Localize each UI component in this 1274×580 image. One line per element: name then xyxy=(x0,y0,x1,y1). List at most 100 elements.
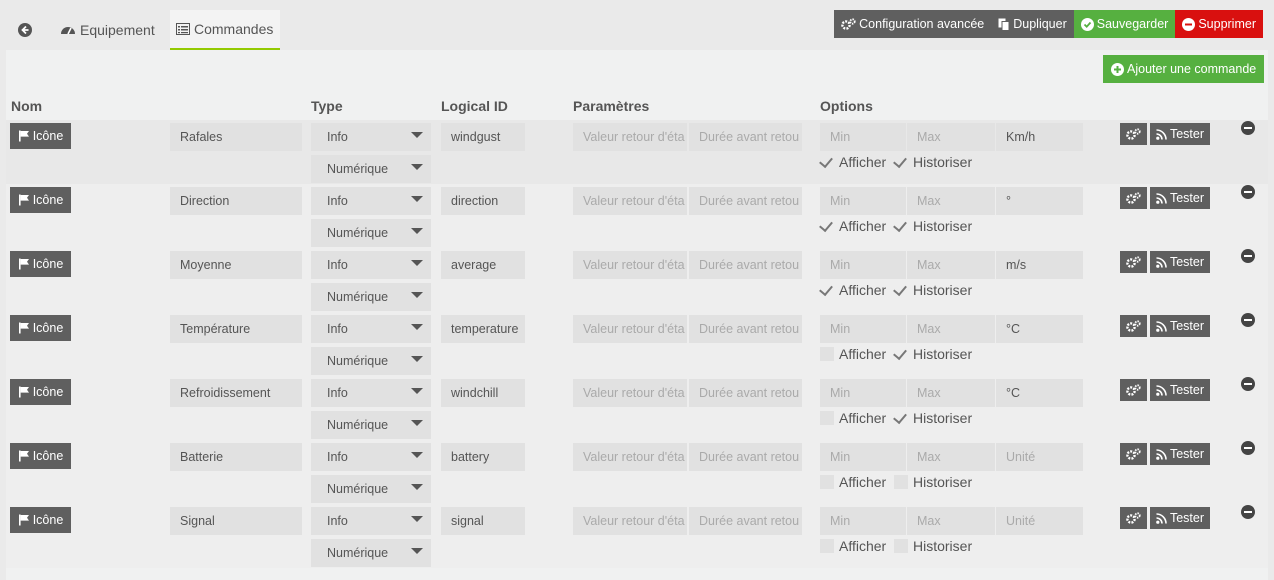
min-input[interactable]: Min xyxy=(820,379,906,407)
remove-command-icon[interactable] xyxy=(1241,377,1255,391)
return-delay-input[interactable]: Durée avant retou xyxy=(689,251,802,279)
show-checkbox-box[interactable] xyxy=(820,411,834,425)
logical-id-input[interactable]: battery xyxy=(441,443,525,471)
max-input[interactable]: Max xyxy=(907,187,995,215)
icon-select-button[interactable]: Icône xyxy=(10,315,71,341)
return-value-input[interactable]: Valeur retour d'éta xyxy=(573,443,687,471)
logical-id-input[interactable]: windchill xyxy=(441,379,525,407)
advanced-config-button[interactable]: Configuration avancée xyxy=(834,10,992,38)
command-name-input[interactable]: Refroidissement xyxy=(170,379,302,407)
unit-input[interactable]: °C xyxy=(996,315,1083,343)
type-select[interactable]: Info xyxy=(311,443,431,471)
unit-input[interactable]: m/s xyxy=(996,251,1083,279)
show-checkbox-box[interactable] xyxy=(820,219,834,233)
remove-command-icon[interactable] xyxy=(1241,121,1255,135)
show-checkbox[interactable]: Afficher xyxy=(820,538,886,554)
unit-input[interactable]: Unité xyxy=(996,443,1083,471)
command-config-button[interactable] xyxy=(1120,123,1147,145)
min-input[interactable]: Min xyxy=(820,123,906,151)
return-delay-input[interactable]: Durée avant retou xyxy=(689,315,802,343)
icon-select-button[interactable]: Icône xyxy=(10,507,71,533)
test-button[interactable]: Tester xyxy=(1150,315,1210,337)
icon-select-button[interactable]: Icône xyxy=(10,123,71,149)
logical-id-input[interactable]: windgust xyxy=(441,123,525,151)
show-checkbox-box[interactable] xyxy=(820,155,834,169)
command-config-button[interactable] xyxy=(1120,507,1147,529)
history-checkbox-box[interactable] xyxy=(894,219,908,233)
show-checkbox[interactable]: Afficher xyxy=(820,154,886,170)
show-checkbox-box[interactable] xyxy=(820,539,834,553)
test-button[interactable]: Tester xyxy=(1150,507,1210,529)
command-name-input[interactable]: Rafales xyxy=(170,123,302,151)
subtype-select[interactable]: Numérique xyxy=(311,283,431,311)
logical-id-input[interactable]: average xyxy=(441,251,525,279)
history-checkbox-box[interactable] xyxy=(894,155,908,169)
type-select[interactable]: Info xyxy=(311,379,431,407)
subtype-select[interactable]: Numérique xyxy=(311,475,431,503)
show-checkbox-box[interactable] xyxy=(820,283,834,297)
subtype-select[interactable]: Numérique xyxy=(311,219,431,247)
command-name-input[interactable]: Direction xyxy=(170,187,302,215)
return-value-input[interactable]: Valeur retour d'éta xyxy=(573,251,687,279)
show-checkbox-box[interactable] xyxy=(820,475,834,489)
show-checkbox[interactable]: Afficher xyxy=(820,474,886,490)
min-input[interactable]: Min xyxy=(820,187,906,215)
icon-select-button[interactable]: Icône xyxy=(10,251,71,277)
unit-input[interactable]: Km/h xyxy=(996,123,1083,151)
history-checkbox[interactable]: Historiser xyxy=(894,154,972,170)
type-select[interactable]: Info xyxy=(311,315,431,343)
subtype-select[interactable]: Numérique xyxy=(311,155,431,183)
remove-command-icon[interactable] xyxy=(1241,313,1255,327)
unit-input[interactable]: ° xyxy=(996,187,1083,215)
max-input[interactable]: Max xyxy=(907,315,995,343)
history-checkbox[interactable]: Historiser xyxy=(894,282,972,298)
max-input[interactable]: Max xyxy=(907,251,995,279)
show-checkbox-box[interactable] xyxy=(820,347,834,361)
test-button[interactable]: Tester xyxy=(1150,123,1210,145)
show-checkbox[interactable]: Afficher xyxy=(820,282,886,298)
history-checkbox[interactable]: Historiser xyxy=(894,474,972,490)
history-checkbox-box[interactable] xyxy=(894,347,908,361)
subtype-select[interactable]: Numérique xyxy=(311,539,431,567)
return-value-input[interactable]: Valeur retour d'éta xyxy=(573,507,687,535)
delete-button[interactable]: Supprimer xyxy=(1175,10,1263,38)
remove-command-icon[interactable] xyxy=(1241,185,1255,199)
subtype-select[interactable]: Numérique xyxy=(311,347,431,375)
type-select[interactable]: Info xyxy=(311,187,431,215)
history-checkbox[interactable]: Historiser xyxy=(894,538,972,554)
test-button[interactable]: Tester xyxy=(1150,379,1210,401)
duplicate-button[interactable]: Dupliquer xyxy=(991,10,1074,38)
show-checkbox[interactable]: Afficher xyxy=(820,218,886,234)
min-input[interactable]: Min xyxy=(820,443,906,471)
icon-select-button[interactable]: Icône xyxy=(10,379,71,405)
command-config-button[interactable] xyxy=(1120,251,1147,273)
return-delay-input[interactable]: Durée avant retou xyxy=(689,443,802,471)
return-delay-input[interactable]: Durée avant retou xyxy=(689,379,802,407)
icon-select-button[interactable]: Icône xyxy=(10,187,71,213)
min-input[interactable]: Min xyxy=(820,507,906,535)
max-input[interactable]: Max xyxy=(907,507,995,535)
command-name-input[interactable]: Batterie xyxy=(170,443,302,471)
test-button[interactable]: Tester xyxy=(1150,443,1210,465)
history-checkbox[interactable]: Historiser xyxy=(894,410,972,426)
tab-commandes[interactable]: Commandes xyxy=(170,10,280,50)
command-name-input[interactable]: Moyenne xyxy=(170,251,302,279)
remove-command-icon[interactable] xyxy=(1241,505,1255,519)
return-value-input[interactable]: Valeur retour d'éta xyxy=(573,123,687,151)
command-config-button[interactable] xyxy=(1120,443,1147,465)
save-button[interactable]: Sauvegarder xyxy=(1073,10,1176,38)
subtype-select[interactable]: Numérique xyxy=(311,411,431,439)
type-select[interactable]: Info xyxy=(311,123,431,151)
test-button[interactable]: Tester xyxy=(1150,187,1210,209)
history-checkbox-box[interactable] xyxy=(894,475,908,489)
logical-id-input[interactable]: temperature xyxy=(441,315,525,343)
icon-select-button[interactable]: Icône xyxy=(10,443,71,469)
logical-id-input[interactable]: direction xyxy=(441,187,525,215)
history-checkbox-box[interactable] xyxy=(894,283,908,297)
return-value-input[interactable]: Valeur retour d'éta xyxy=(573,379,687,407)
unit-input[interactable]: Unité xyxy=(996,507,1083,535)
max-input[interactable]: Max xyxy=(907,443,995,471)
return-delay-input[interactable]: Durée avant retou xyxy=(689,187,802,215)
test-button[interactable]: Tester xyxy=(1150,251,1210,273)
history-checkbox[interactable]: Historiser xyxy=(894,218,972,234)
